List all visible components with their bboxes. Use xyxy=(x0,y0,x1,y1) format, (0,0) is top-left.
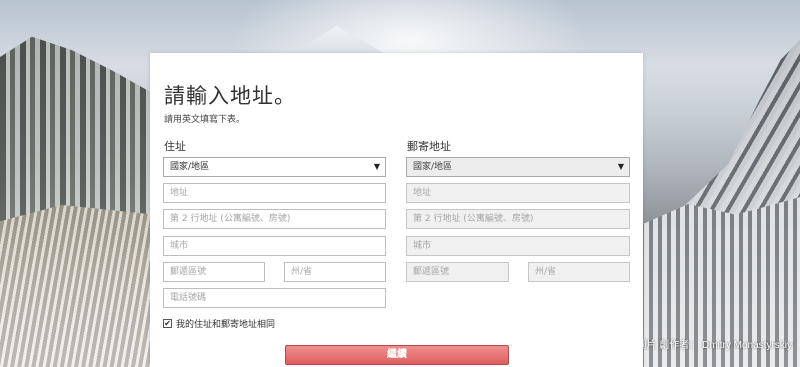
mailing-address2-input[interactable] xyxy=(406,209,630,229)
mailing-country-select[interactable]: 國家/地區 ▼ xyxy=(406,157,630,177)
same-address-checkbox[interactable]: ✔ xyxy=(163,319,172,328)
residential-label: 住址 xyxy=(164,140,186,153)
chevron-down-icon: ▼ xyxy=(617,162,624,171)
mailing-label: 郵寄地址 xyxy=(407,140,451,153)
chevron-down-icon: ▼ xyxy=(373,162,380,171)
address-form-panel: 請輸入地址。 請用英文填寫下表。 住址 國家/地區 ▼ 郵寄地址 國家/地區 ▼… xyxy=(150,53,643,367)
mailing-country-value: 國家/地區 xyxy=(413,162,453,172)
photo-credit: 圖片 創作者： Dmitry Monastyrskiy xyxy=(636,340,792,351)
left-snowy-slope xyxy=(0,205,155,367)
mailing-state-input[interactable] xyxy=(528,262,630,282)
phone-input[interactable] xyxy=(163,288,386,308)
mailing-address-input[interactable] xyxy=(406,183,630,203)
mailing-city-input[interactable] xyxy=(406,236,630,256)
residential-country-select[interactable]: 國家/地區 ▼ xyxy=(163,157,386,177)
continue-button[interactable]: 繼續 xyxy=(285,345,509,365)
mailing-postal-input[interactable] xyxy=(406,262,509,282)
page-subtitle: 請用英文填寫下表。 xyxy=(164,115,246,125)
residential-postal-input[interactable] xyxy=(163,262,265,282)
residential-city-input[interactable] xyxy=(163,236,386,256)
residential-address-input[interactable] xyxy=(163,183,386,203)
residential-address2-input[interactable] xyxy=(163,209,386,229)
page-title: 請輸入地址。 xyxy=(164,84,296,108)
residential-country-value: 國家/地區 xyxy=(170,162,210,172)
same-address-label: 我的住址和郵寄地址相同 xyxy=(176,320,276,330)
residential-state-input[interactable] xyxy=(284,262,386,282)
same-address-row[interactable]: ✔ 我的住址和郵寄地址相同 xyxy=(163,317,275,330)
